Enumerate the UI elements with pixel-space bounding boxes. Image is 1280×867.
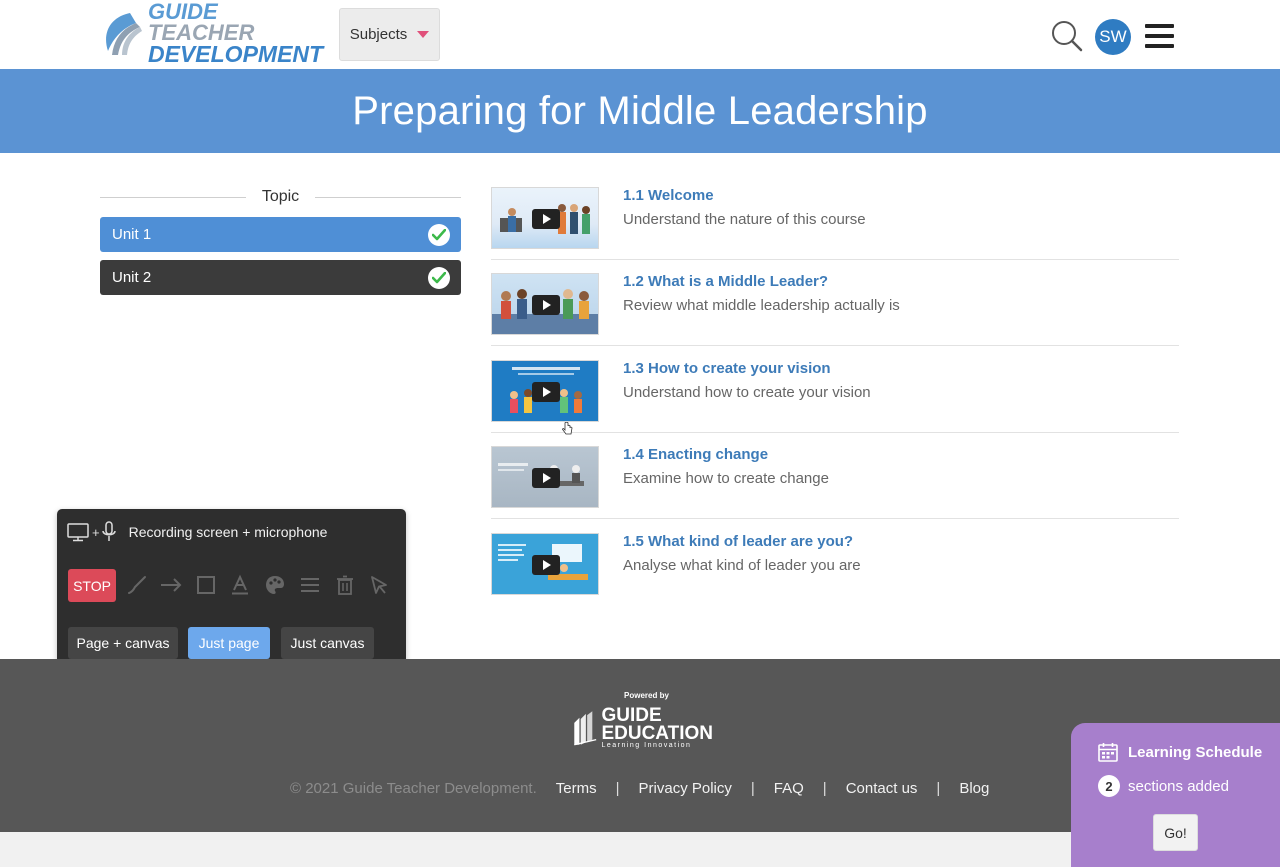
- pointer-tool-icon[interactable]: [365, 571, 393, 599]
- play-icon: [532, 209, 560, 229]
- subjects-label: Subjects: [349, 26, 408, 43]
- unit-item-2[interactable]: Unit 2: [100, 260, 461, 295]
- video-thumbnail[interactable]: [491, 446, 599, 508]
- count-text: sections added: [1128, 777, 1229, 795]
- site-header: GUIDE TEACHER DEVELOPMENT Subjects SW: [0, 0, 1280, 69]
- check-icon: [428, 224, 450, 246]
- separator: |: [615, 780, 620, 797]
- lesson-description: Examine how to create change: [623, 470, 829, 487]
- play-icon: [532, 468, 560, 488]
- lesson-title[interactable]: 1.1 Welcome: [623, 187, 714, 204]
- lesson-description: Analyse what kind of leader you are: [623, 557, 861, 574]
- line-width-icon[interactable]: [296, 571, 324, 599]
- unit-label: Unit 1: [112, 226, 152, 243]
- user-avatar[interactable]: SW: [1095, 19, 1131, 55]
- trash-icon[interactable]: [331, 571, 359, 599]
- hamburger-menu-icon[interactable]: [1145, 24, 1174, 48]
- lesson-description: Understand the nature of this course: [623, 211, 866, 228]
- video-thumbnail[interactable]: [491, 533, 599, 595]
- footer-links: © 2021 Guide Teacher Development. Terms …: [290, 780, 989, 797]
- mode-just-page-button[interactable]: Just page: [188, 627, 270, 659]
- topic-heading: Topic: [100, 186, 462, 208]
- footer-link-terms[interactable]: Terms: [556, 780, 597, 797]
- hand-cursor-icon: [562, 422, 573, 435]
- recording-status-text: Recording screen + microphone: [128, 524, 328, 540]
- subjects-dropdown-button[interactable]: Subjects: [339, 8, 440, 61]
- divider: [315, 196, 462, 198]
- pen-tool-icon[interactable]: [123, 571, 151, 599]
- logo-mark-icon: [574, 711, 597, 746]
- footer-link-privacy[interactable]: Privacy Policy: [639, 780, 732, 797]
- lesson-description: Review what middle leadership actually i…: [623, 297, 900, 314]
- footer-link-blog[interactable]: Blog: [959, 780, 989, 797]
- divider: [491, 259, 1179, 260]
- mode-label: Just page: [198, 635, 260, 651]
- divider: [100, 196, 246, 198]
- arrow-tool-icon[interactable]: [157, 571, 185, 599]
- course-banner: Preparing for Middle Leadership: [0, 69, 1280, 153]
- video-thumbnail[interactable]: [491, 360, 599, 422]
- separator: |: [936, 780, 941, 797]
- check-icon: [428, 267, 450, 289]
- lesson-title[interactable]: 1.5 What kind of leader are you?: [623, 533, 853, 550]
- schedule-count: 2 sections added: [1098, 775, 1229, 797]
- page-title: Preparing for Middle Leadership: [352, 88, 928, 133]
- lesson-title[interactable]: 1.3 How to create your vision: [623, 360, 831, 377]
- search-icon[interactable]: [1051, 20, 1083, 52]
- stop-label: STOP: [73, 577, 111, 594]
- lesson-title[interactable]: 1.2 What is a Middle Leader?: [623, 273, 828, 290]
- caret-down-icon: [417, 31, 430, 38]
- learning-schedule-widget: Learning Schedule 2 sections added Go!: [1071, 723, 1280, 867]
- schedule-go-button[interactable]: Go!: [1153, 814, 1198, 851]
- logo-wordmark: GUIDE TEACHER DEVELOPMENT: [148, 0, 324, 67]
- microphone-icon: [101, 521, 116, 541]
- logo-mark-icon: [106, 13, 142, 55]
- count-badge: 2: [1098, 775, 1120, 797]
- lesson-item[interactable]: 1.2 What is a Middle Leader? Review what…: [491, 273, 1179, 360]
- recording-status: + Recording screen + microphone: [67, 521, 327, 543]
- video-thumbnail[interactable]: [491, 187, 599, 249]
- mode-page-canvas-button[interactable]: Page + canvas: [68, 627, 178, 659]
- avatar-initials: SW: [1099, 27, 1127, 46]
- monitor-icon: [67, 523, 89, 542]
- play-icon: [532, 295, 560, 315]
- mode-label: Page + canvas: [76, 635, 170, 651]
- stop-recording-button[interactable]: STOP: [68, 569, 116, 602]
- screen-recorder-toolbar: + Recording screen + microphone STOP Pag…: [57, 509, 406, 672]
- separator: |: [750, 780, 755, 797]
- divider: [491, 345, 1179, 346]
- text-tool-icon[interactable]: [226, 571, 254, 599]
- mode-label: Just canvas: [290, 635, 365, 651]
- divider: [491, 518, 1179, 519]
- rectangle-tool-icon[interactable]: [192, 571, 220, 599]
- copyright-text: © 2021 Guide Teacher Development.: [290, 780, 537, 797]
- lesson-description: Understand how to create your vision: [623, 384, 871, 401]
- play-icon: [532, 382, 560, 402]
- separator: |: [822, 780, 827, 797]
- plus-icon: +: [92, 524, 100, 540]
- unit-label: Unit 2: [112, 269, 152, 286]
- footer-link-contact[interactable]: Contact us: [846, 780, 918, 797]
- lesson-item[interactable]: 1.1 Welcome Understand the nature of thi…: [491, 187, 1179, 274]
- footer-brand-wordmark: GUIDE EDUCATION Learning Innovation: [601, 704, 713, 749]
- lesson-item[interactable]: 1.5 What kind of leader are you? Analyse…: [491, 533, 1179, 620]
- schedule-title: Learning Schedule: [1097, 741, 1262, 763]
- schedule-title-text: Learning Schedule: [1128, 743, 1263, 761]
- guide-education-logo[interactable]: GUIDE EDUCATION Learning Innovation: [573, 699, 713, 757]
- play-icon: [532, 555, 560, 575]
- unit-item-1[interactable]: Unit 1: [100, 217, 461, 252]
- divider: [491, 432, 1179, 433]
- calendar-icon: [1098, 743, 1118, 762]
- mode-just-canvas-button[interactable]: Just canvas: [281, 627, 374, 659]
- lesson-item[interactable]: 1.3 How to create your vision Understand…: [491, 360, 1179, 447]
- video-thumbnail[interactable]: [491, 273, 599, 335]
- lesson-item[interactable]: 1.4 Enacting change Examine how to creat…: [491, 446, 1179, 533]
- site-logo[interactable]: GUIDE TEACHER DEVELOPMENT: [100, 1, 323, 65]
- go-label: Go!: [1164, 824, 1187, 841]
- footer-link-faq[interactable]: FAQ: [774, 780, 804, 797]
- color-palette-icon[interactable]: [261, 571, 289, 599]
- topic-label: Topic: [261, 188, 300, 205]
- lesson-title[interactable]: 1.4 Enacting change: [623, 446, 768, 463]
